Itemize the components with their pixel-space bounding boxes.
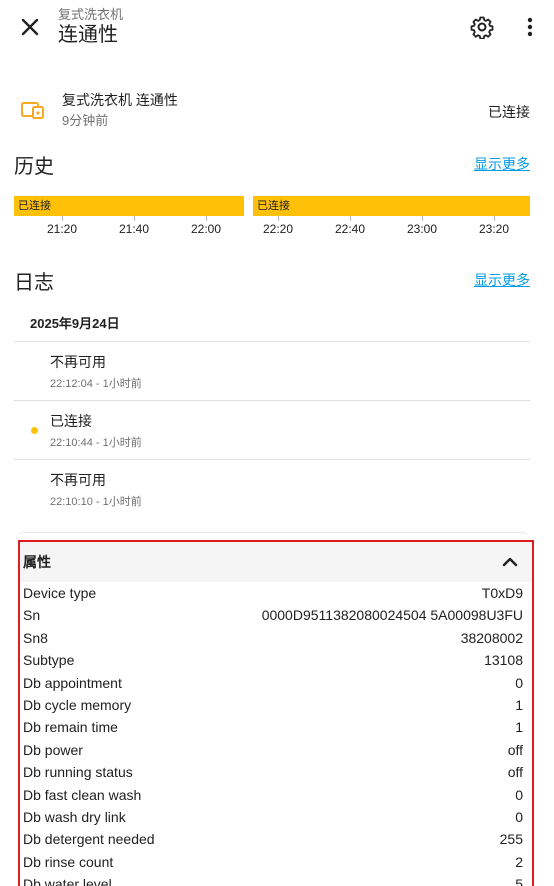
history-timeline[interactable]: 已连接 已连接 (14, 196, 530, 218)
timeline-tick-label: 21:20 (46, 222, 78, 236)
attribute-key: Sn8 (23, 630, 48, 646)
attribute-row: Db remain time 1 (23, 716, 523, 738)
attribute-key: Db appointment (23, 675, 122, 691)
attribute-key: Device type (23, 585, 97, 601)
state-dot-icon (31, 427, 38, 434)
gear-icon[interactable] (468, 13, 496, 41)
timeline-tick-label: 22:00 (190, 222, 222, 236)
attribute-row: Db detergent needed 255 (23, 828, 523, 850)
attribute-row: Db cycle memory 1 (23, 694, 523, 716)
attribute-value: 0 (515, 787, 523, 803)
timeline-tick-label: 22:20 (262, 222, 294, 236)
attributes-header[interactable]: 属性 (20, 542, 532, 582)
timeline-tick-label: 21:40 (118, 222, 150, 236)
attributes-panel: 属性 Device type T0xD9 Sn 0000D95113820800… (18, 540, 534, 886)
attribute-row: Db power off (23, 739, 523, 761)
attribute-key: Db running status (23, 764, 133, 780)
entity-state: 已连接 (488, 104, 530, 120)
attribute-value: 2 (515, 854, 523, 870)
attribute-key: Db remain time (23, 719, 118, 735)
logbook-entry[interactable]: 已连接 22:10:44 - 1小时前 (14, 400, 530, 458)
attribute-value: 13108 (484, 652, 523, 668)
title-block: 复式洗衣机 连通性 (58, 7, 123, 47)
app-header: 复式洗衣机 连通性 (0, 0, 554, 56)
attribute-key: Db rinse count (23, 854, 114, 870)
attribute-key: Sn (23, 607, 41, 623)
attribute-value: 1 (515, 697, 523, 713)
attribute-value: T0xD9 (481, 585, 523, 601)
attribute-key: Db power (23, 742, 83, 758)
timeline-tick-label: 23:00 (406, 222, 438, 236)
attribute-value: off (507, 742, 523, 758)
entity-name: 复式洗衣机 连通性 (62, 92, 178, 108)
close-icon[interactable] (16, 13, 44, 41)
timeline-segment[interactable]: 已连接 (253, 196, 530, 216)
entity-row: 复式洗衣机 连通性 9分钟前 已连接 (0, 88, 554, 132)
chevron-up-icon[interactable] (500, 552, 520, 572)
attribute-row: Sn8 38208002 (23, 627, 523, 649)
attribute-row: Subtype 13108 (23, 649, 523, 671)
history-title: 历史 (14, 156, 54, 178)
attribute-row: Db wash dry link 0 (23, 806, 523, 828)
attribute-key: Db fast clean wash (23, 787, 142, 803)
attribute-row: Db water level 5 (23, 873, 523, 886)
attribute-key: Db detergent needed (23, 831, 155, 847)
timeline-axis: 21:20 21:40 22:00 22:20 22:40 23:00 23:2… (14, 216, 530, 240)
logbook-message: 不再可用 (50, 354, 106, 370)
attribute-value: 1 (515, 719, 523, 735)
logbook-title: 日志 (14, 272, 54, 294)
logbook-show-more-link[interactable]: 显示更多 (474, 270, 530, 290)
attribute-row: Db rinse count 2 (23, 851, 523, 873)
attribute-row: Db fast clean wash 0 (23, 784, 523, 806)
logbook-time: 22:10:44 - 1小时前 (50, 437, 142, 449)
attribute-value: 0000D9511382080024504 5A00098U3FU (261, 607, 523, 623)
timeline-tick-label: 22:40 (334, 222, 366, 236)
entity-last-changed: 9分钟前 (62, 113, 109, 128)
logbook-message: 已连接 (50, 413, 92, 429)
logbook-time: 22:12:04 - 1小时前 (50, 378, 142, 390)
timeline-tick-label: 23:20 (478, 222, 510, 236)
more-vert-icon[interactable] (516, 13, 544, 41)
logbook-message: 不再可用 (50, 472, 106, 488)
logbook-date: 2025年9月24日 (30, 316, 120, 331)
attribute-value: 5 (515, 876, 523, 886)
attribute-row: Sn 0000D9511382080024504 5A00098U3FU (23, 604, 523, 626)
attribute-value: 0 (515, 809, 523, 825)
dialog-subtitle: 复式洗衣机 (58, 7, 124, 22)
attribute-value: off (507, 764, 523, 780)
attribute-value: 38208002 (460, 630, 523, 646)
attribute-key: Db water level (23, 876, 112, 886)
attribute-row: Db running status off (23, 761, 523, 783)
dialog-title: 连通性 (58, 24, 118, 46)
logbook-entry[interactable]: 不再可用 22:10:10 - 1小时前 (14, 459, 530, 517)
attribute-key: Subtype (23, 652, 75, 668)
attributes-title: 属性 (23, 554, 51, 570)
attribute-row: Db appointment 0 (23, 672, 523, 694)
attribute-row: Device type T0xD9 (23, 582, 523, 604)
attribute-key: Db cycle memory (23, 697, 132, 713)
attribute-value: 0 (515, 675, 523, 691)
timeline-segment[interactable]: 已连接 (14, 196, 244, 216)
history-show-more-link[interactable]: 显示更多 (474, 154, 530, 174)
connectivity-icon (20, 98, 46, 122)
attribute-key: Db wash dry link (23, 809, 126, 825)
logbook-entry[interactable]: 不再可用 22:12:04 - 1小时前 (14, 341, 530, 399)
logbook-time: 22:10:10 - 1小时前 (50, 496, 142, 508)
attribute-value: 255 (499, 831, 523, 847)
